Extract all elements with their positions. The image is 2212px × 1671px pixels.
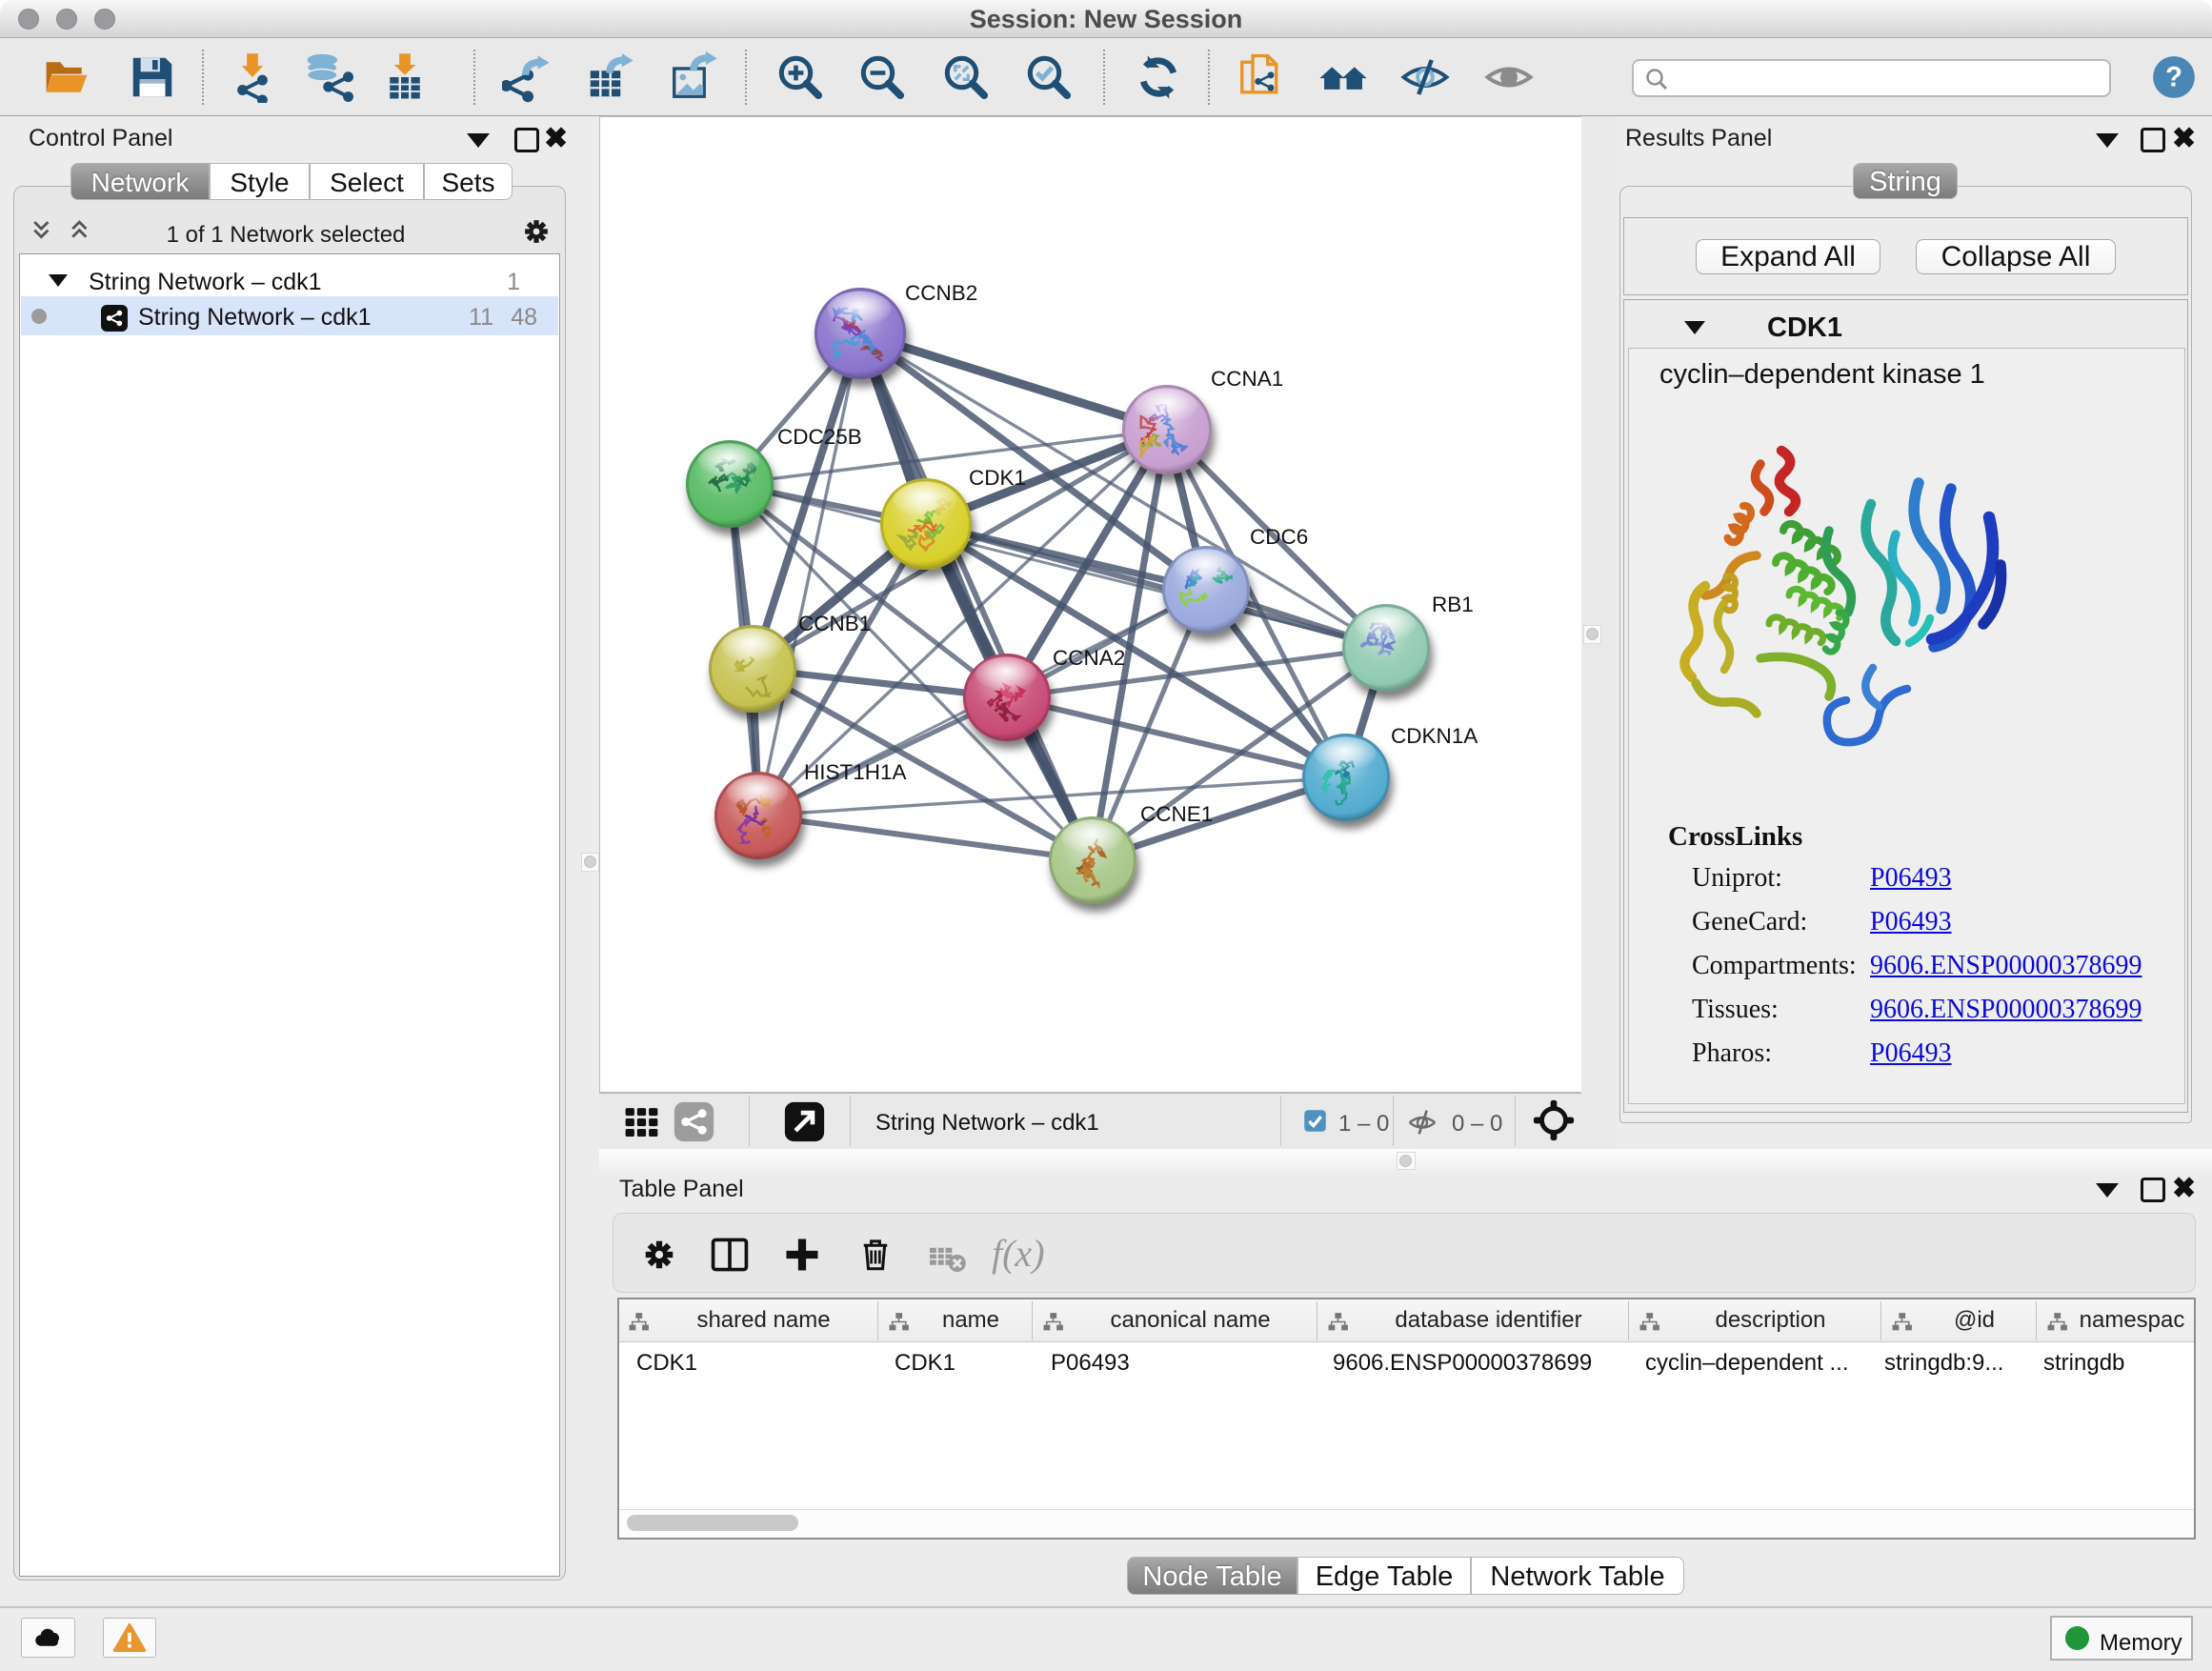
svg-text:CDC25B: CDC25B bbox=[777, 425, 862, 449]
svg-text:CDKN1A: CDKN1A bbox=[1391, 724, 1478, 748]
svg-text:CDK1: CDK1 bbox=[969, 466, 1026, 490]
svg-text:RB1: RB1 bbox=[1432, 593, 1474, 616]
svg-text:CCNA2: CCNA2 bbox=[1053, 646, 1125, 670]
svg-text:CCNB1: CCNB1 bbox=[798, 612, 871, 635]
svg-text:CCNA1: CCNA1 bbox=[1211, 367, 1283, 391]
svg-text:HIST1H1A: HIST1H1A bbox=[804, 760, 907, 784]
svg-text:?: ? bbox=[2165, 62, 2182, 92]
svg-text:CCNB2: CCNB2 bbox=[905, 281, 977, 305]
svg-text:CCNE1: CCNE1 bbox=[1140, 802, 1213, 826]
svg-text:CDC6: CDC6 bbox=[1250, 525, 1308, 549]
